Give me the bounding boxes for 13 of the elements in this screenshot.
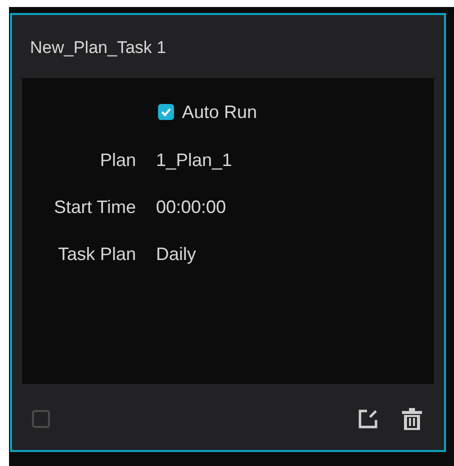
checkmark-icon xyxy=(160,106,172,118)
field-value: Daily xyxy=(156,242,196,266)
field-label: Start Time xyxy=(52,196,136,218)
auto-run-label: Auto Run xyxy=(182,100,258,124)
field-label: Plan xyxy=(98,148,136,172)
field-value: 00:00:00 xyxy=(156,196,226,218)
select-checkbox[interactable] xyxy=(32,410,50,428)
card-title: New_Plan_Task 1 xyxy=(30,37,166,59)
delete-icon[interactable] xyxy=(402,408,422,430)
auto-run-checkbox[interactable] xyxy=(158,104,174,120)
field-value: 1_Plan_1 xyxy=(156,148,232,172)
edit-icon[interactable] xyxy=(358,409,378,429)
field-label: Task Plan xyxy=(56,242,136,266)
